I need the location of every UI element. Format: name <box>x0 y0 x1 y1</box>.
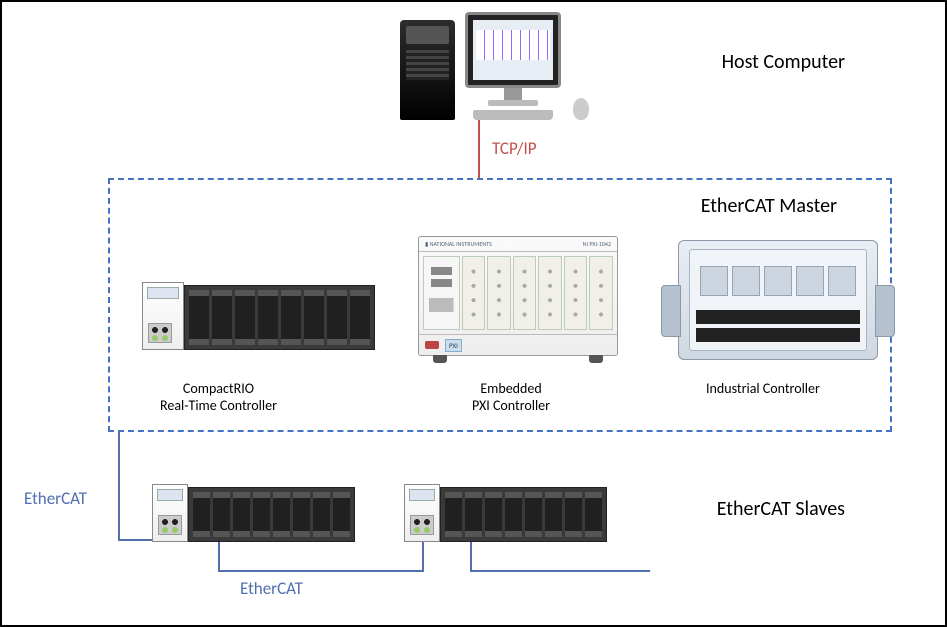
industrial-controller-icon <box>678 240 878 360</box>
link-slave1-slave2-h <box>218 570 424 572</box>
link-host-master-label: TCP/IP <box>492 138 537 159</box>
industrial-controller-label: Industrial Controller <box>706 380 820 397</box>
ethercat-slave-1-icon <box>152 484 355 542</box>
host-section-label: Host Computer <box>722 50 845 74</box>
pxi-chassis-icon: ▮ NATIONAL INSTRUMENTSNI PXI-1042 PXI <box>418 236 618 356</box>
ethercat-slave-2-icon <box>404 484 607 542</box>
compactrio-icon <box>142 282 375 350</box>
link-master-slave1-v <box>118 432 120 541</box>
link-slave2-out-v <box>470 539 472 572</box>
compactrio-label: CompactRIO Real-Time Controller <box>160 380 277 414</box>
diagram-canvas: Host Computer TCP/IP EtherCAT Master Com… <box>0 0 947 627</box>
host-computer-icon <box>400 12 563 120</box>
pxi-label: Embedded PXI Controller <box>472 380 550 414</box>
link-slave2-onward-h <box>470 570 650 572</box>
link-slave-slave-label: EtherCAT <box>240 578 303 599</box>
link-host-master <box>478 120 480 179</box>
link-master-slave-label: EtherCAT <box>24 488 87 509</box>
link-slave1-out-v <box>218 539 220 572</box>
ethercat-master-title: EtherCAT Master <box>701 194 837 218</box>
ethercat-slaves-title: EtherCAT Slaves <box>717 497 845 521</box>
